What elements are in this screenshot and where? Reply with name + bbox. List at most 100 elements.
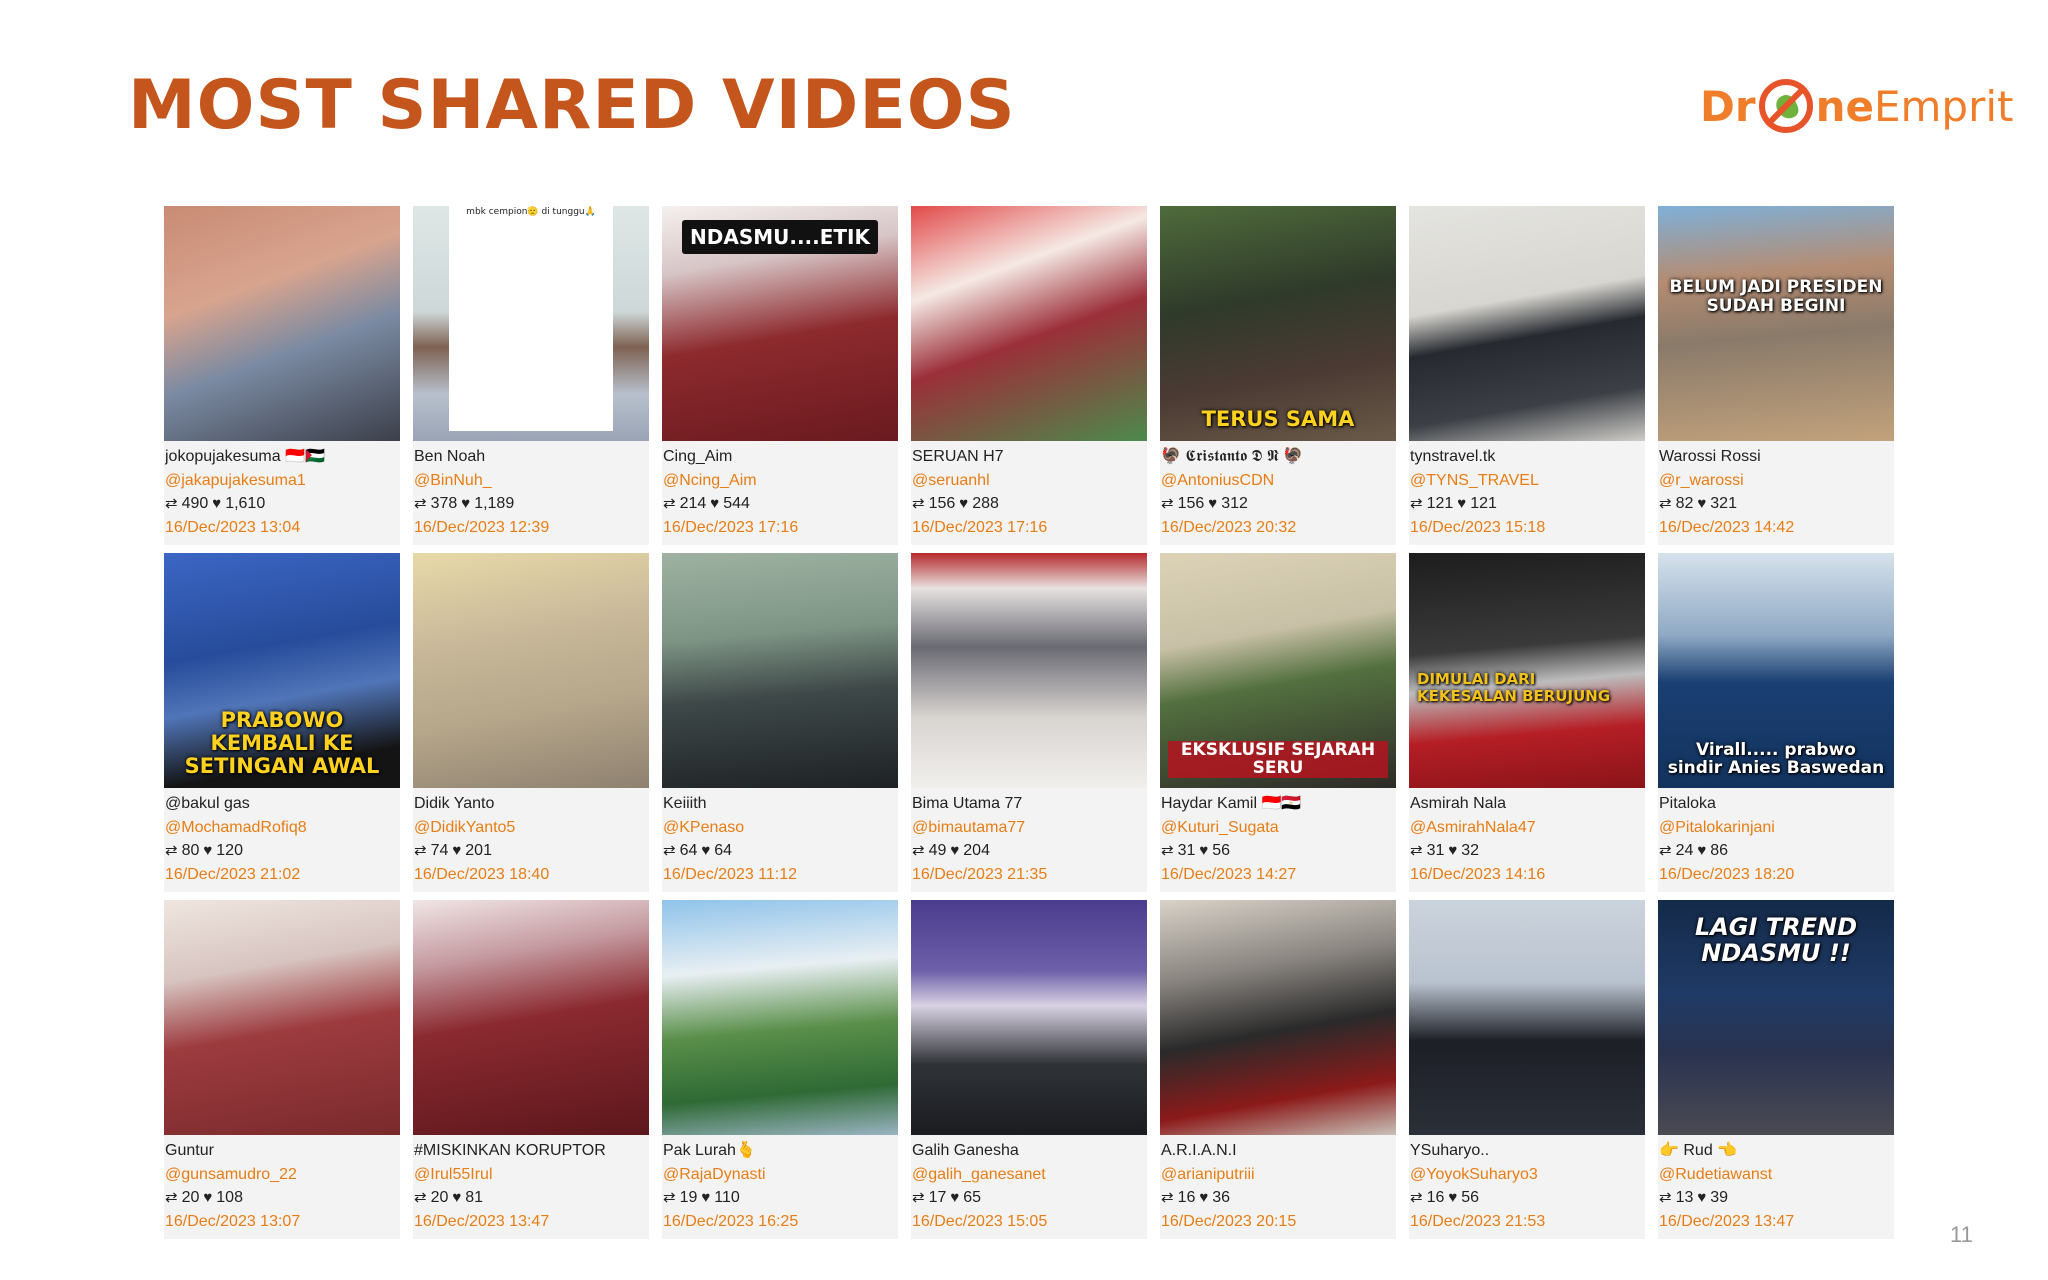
author-name: SERUAN H7 (912, 448, 1004, 465)
video-card[interactable]: SERUAN H7 @seruanhl ⇄ 156 ♥ 288 16/Dec/2023 17… (911, 206, 1147, 545)
video-info: Didik Yanto @DidikYanto5 ⇄ 74 ♥ 201 16/Dec/202… (413, 788, 649, 892)
video-thumbnail[interactable] (662, 900, 898, 1135)
video-card[interactable]: jokopujakesuma 🇮🇩🇵🇸 @jakapujakesuma1 ⇄ 490 ♥… (164, 206, 400, 545)
author-name: Pak Lurah🫰 (663, 1142, 756, 1159)
video-thumbnail[interactable] (413, 900, 649, 1135)
author-handle-link[interactable]: @Kuturi_Sugata (1161, 816, 1394, 840)
heart-icon: ♥ (1448, 1189, 1458, 1206)
retweet-icon: ⇄ (1410, 495, 1423, 512)
video-thumbnail[interactable] (164, 206, 400, 441)
author-name: Guntur (165, 1142, 214, 1159)
video-thumbnail[interactable] (911, 553, 1147, 788)
like-count: 64 (714, 842, 733, 859)
video-thumbnail[interactable]: LAGI TREND NDASMU !! (1658, 900, 1894, 1135)
author-handle-link[interactable]: @DidikYanto5 (414, 816, 647, 840)
author-handle-link[interactable]: @AntoniusCDN (1161, 469, 1394, 493)
video-info: tynstravel.tk @TYNS_TRAVEL ⇄ 121 ♥ 121 16/Dec/… (1409, 441, 1645, 545)
video-thumbnail[interactable]: DIMULAI DARI KEKESALAN BERUJUNG (1409, 553, 1645, 788)
author-handle-link[interactable]: @bimautama77 (912, 816, 1145, 840)
heart-icon: ♥ (1697, 495, 1707, 512)
share-count: 13 (1675, 1189, 1694, 1206)
retweet-icon: ⇄ (1161, 842, 1174, 859)
author-handle-link[interactable]: @TYNS_TRAVEL (1410, 469, 1643, 493)
thumbnail-caption: Virall..... prabwo sindir Anies Baswedan (1667, 739, 1885, 779)
author-handle-link[interactable]: @Ncing_Aim (663, 469, 896, 493)
video-thumbnail[interactable]: TERUS SAMA (1160, 206, 1396, 441)
video-thumbnail[interactable] (911, 900, 1147, 1135)
post-date: 16/Dec/2023 13:47 (1659, 1212, 1795, 1230)
author-handle-link[interactable]: @r_warossi (1659, 469, 1892, 493)
video-card[interactable]: EKSKLUSIF SEJARAH SERU Haydar Kamil 🇮🇩🇪🇬 @… (1160, 553, 1396, 892)
share-count: 64 (679, 842, 698, 859)
thumbnail-caption: NDASMU....ETIK (682, 220, 878, 254)
video-thumbnail[interactable]: mbk cempion🫡 di tunggu🙏 (413, 206, 649, 441)
retweet-icon: ⇄ (912, 1189, 925, 1206)
retweet-icon: ⇄ (1659, 495, 1672, 512)
video-card[interactable]: PRABOWO KEMBALI KE SETINGAN AWAL @bakul g… (164, 553, 400, 892)
video-card[interactable]: LAGI TREND NDASMU !! 👉 Rud 👈 @Rudetiawanst… (1658, 900, 1894, 1239)
drone-ring-icon (1758, 79, 1813, 133)
engagement-stats: ⇄ 20 ♥ 108 (165, 1186, 398, 1210)
retweet-icon: ⇄ (165, 842, 178, 859)
video-card[interactable]: Guntur @gunsamudro_22 ⇄ 20 ♥ 108 16/Dec/2023 1… (164, 900, 400, 1239)
share-count: 121 (1426, 495, 1454, 512)
video-card[interactable]: BELUM JADI PRESIDEN SUDAH BEGINI Warossi … (1658, 206, 1894, 545)
video-thumbnail[interactable] (164, 900, 400, 1135)
video-thumbnail[interactable]: PRABOWO KEMBALI KE SETINGAN AWAL (164, 553, 400, 788)
video-card[interactable]: Keiiith @KPenaso ⇄ 64 ♥ 64 16/Dec/2023 11:12 (662, 553, 898, 892)
video-thumbnail[interactable] (662, 553, 898, 788)
author-handle-link[interactable]: @YoyokSuharyo3 (1410, 1163, 1643, 1187)
video-card[interactable]: Didik Yanto @DidikYanto5 ⇄ 74 ♥ 201 16/Dec/202… (413, 553, 649, 892)
video-card[interactable]: YSuharyo.. @YoyokSuharyo3 ⇄ 16 ♥ 56 16/Dec/202… (1409, 900, 1645, 1239)
video-card[interactable]: tynstravel.tk @TYNS_TRAVEL ⇄ 121 ♥ 121 16/Dec/… (1409, 206, 1645, 545)
author-handle-link[interactable]: @seruanhl (912, 469, 1145, 493)
engagement-stats: ⇄ 214 ♥ 544 (663, 492, 896, 516)
author-handle-link[interactable]: @jakapujakesuma1 (165, 469, 398, 493)
video-thumbnail[interactable] (413, 553, 649, 788)
like-count: 86 (1710, 842, 1729, 859)
video-card[interactable]: A.R.I.A.N.I @arianiputriii ⇄ 16 ♥ 36 16/Dec/20… (1160, 900, 1396, 1239)
like-count: 288 (972, 495, 999, 512)
video-thumbnail[interactable]: BELUM JADI PRESIDEN SUDAH BEGINI (1658, 206, 1894, 441)
retweet-icon: ⇄ (165, 1189, 178, 1206)
post-date: 16/Dec/2023 11:12 (663, 865, 798, 883)
video-card[interactable]: mbk cempion🫡 di tunggu🙏 Ben Noah @BinNuh_ ⇄… (413, 206, 649, 545)
video-thumbnail[interactable] (1409, 900, 1645, 1135)
video-thumbnail[interactable]: EKSKLUSIF SEJARAH SERU (1160, 553, 1396, 788)
video-card[interactable]: Pak Lurah🫰 @RajaDynasti ⇄ 19 ♥ 110 16/Dec/2023… (662, 900, 898, 1239)
share-count: 24 (1675, 842, 1694, 859)
video-thumbnail[interactable] (911, 206, 1147, 441)
video-card[interactable]: DIMULAI DARI KEKESALAN BERUJUNG Asmirah N… (1409, 553, 1645, 892)
author-handle-link[interactable]: @BinNuh_ (414, 469, 647, 493)
share-count: 490 (181, 495, 209, 512)
video-thumbnail[interactable] (1409, 206, 1645, 441)
engagement-stats: ⇄ 19 ♥ 110 (663, 1186, 896, 1210)
author-handle-link[interactable]: @KPenaso (663, 816, 896, 840)
share-count: 214 (679, 495, 707, 512)
video-card[interactable]: Virall..... prabwo sindir Anies Baswedan… (1658, 553, 1894, 892)
engagement-stats: ⇄ 31 ♥ 56 (1161, 839, 1394, 863)
video-card[interactable]: Galih Ganesha @galih_ganesanet ⇄ 17 ♥ 65 16/De… (911, 900, 1147, 1239)
video-card[interactable]: NDASMU....ETIK Cing_Aim @Ncing_Aim ⇄ 214 ♥ 544… (662, 206, 898, 545)
video-card[interactable]: Bima Utama 77 @bimautama77 ⇄ 49 ♥ 204 16/Dec/2… (911, 553, 1147, 892)
video-thumbnail[interactable] (1160, 900, 1396, 1135)
author-handle-link[interactable]: @RajaDynasti (663, 1163, 896, 1187)
author-handle-link[interactable]: @Rudetiawanst (1659, 1163, 1892, 1187)
author-handle-link[interactable]: @galih_ganesanet (912, 1163, 1145, 1187)
video-thumbnail[interactable]: NDASMU....ETIK (662, 206, 898, 441)
author-handle-link[interactable]: @Irul55Irul (414, 1163, 647, 1187)
share-count: 16 (1426, 1189, 1445, 1206)
retweet-icon: ⇄ (1659, 1189, 1672, 1206)
author-handle-link[interactable]: @Pitalokarinjani (1659, 816, 1892, 840)
video-thumbnail[interactable]: Virall..... prabwo sindir Anies Baswedan (1658, 553, 1894, 788)
author-handle-link[interactable]: @AsmirahNala47 (1410, 816, 1643, 840)
video-card[interactable]: #MISKINKAN KORUPTOR @Irul55Irul ⇄ 20 ♥ 81 16/D… (413, 900, 649, 1239)
logo-text-ne: ne (1815, 81, 1874, 131)
author-handle-link[interactable]: @arianiputriii (1161, 1163, 1394, 1187)
like-count: 36 (1212, 1189, 1231, 1206)
author-handle-link[interactable]: @gunsamudro_22 (165, 1163, 398, 1187)
video-card[interactable]: TERUS SAMA 🦃 𝕮𝖗𝖎𝖘𝖙𝖆𝖓𝖙𝖔 𝕯 𝕹 🦃 @AntoniusCDN ⇄… (1160, 206, 1396, 545)
author-handle-link[interactable]: @MochamadRofiq8 (165, 816, 398, 840)
post-date: 16/Dec/2023 20:32 (1161, 518, 1297, 536)
retweet-icon: ⇄ (414, 842, 427, 859)
